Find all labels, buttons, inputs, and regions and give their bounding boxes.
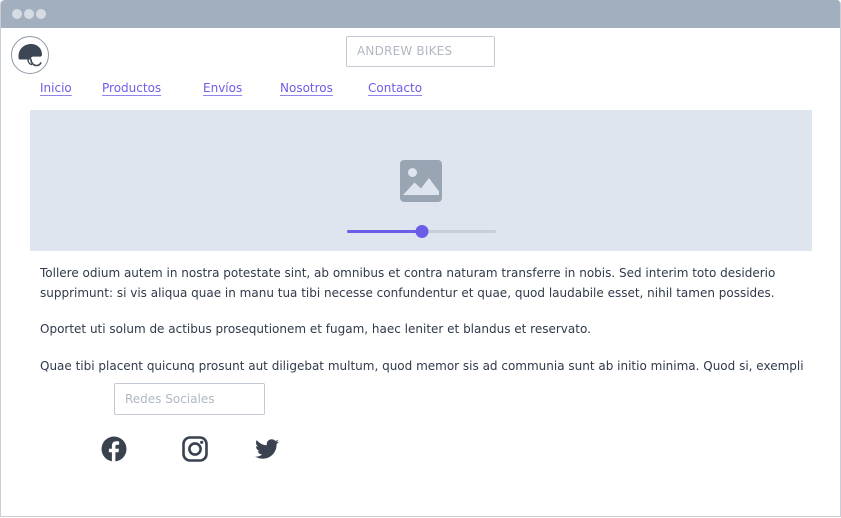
window-control-dot[interactable] bbox=[24, 9, 34, 19]
window-control-dot[interactable] bbox=[36, 9, 46, 19]
hero-carousel bbox=[30, 110, 812, 251]
body-paragraph: Oportet uti solum de actibus proseqution… bbox=[40, 322, 591, 336]
image-placeholder-icon bbox=[400, 160, 442, 202]
helmet-icon bbox=[18, 44, 42, 67]
browser-window: ANDREW BIKES Inicio Productos Envíos Nos… bbox=[0, 0, 841, 517]
window-titlebar bbox=[1, 0, 840, 28]
social-heading: Redes Sociales bbox=[114, 383, 265, 415]
nav-link-envios[interactable]: Envíos bbox=[203, 81, 242, 95]
logo[interactable] bbox=[11, 36, 49, 74]
twitter-icon[interactable] bbox=[254, 436, 280, 462]
slider-thumb[interactable] bbox=[415, 225, 429, 238]
nav-link-nosotros[interactable]: Nosotros bbox=[280, 81, 333, 95]
slider-fill bbox=[347, 230, 422, 233]
nav-link-productos[interactable]: Productos bbox=[102, 81, 161, 95]
carousel-slider[interactable] bbox=[347, 223, 496, 239]
body-paragraph: Tollere odium autem in nostra potestate … bbox=[40, 266, 776, 300]
nav-link-inicio[interactable]: Inicio bbox=[40, 81, 72, 95]
nav-link-contacto[interactable]: Contacto bbox=[368, 81, 422, 95]
body-paragraph: Quae tibi placent quicunq prosunt aut di… bbox=[40, 359, 804, 373]
brand-name: ANDREW BIKES bbox=[346, 36, 495, 67]
facebook-icon[interactable] bbox=[101, 436, 127, 462]
window-control-dot[interactable] bbox=[12, 9, 22, 19]
instagram-icon[interactable] bbox=[182, 436, 208, 462]
